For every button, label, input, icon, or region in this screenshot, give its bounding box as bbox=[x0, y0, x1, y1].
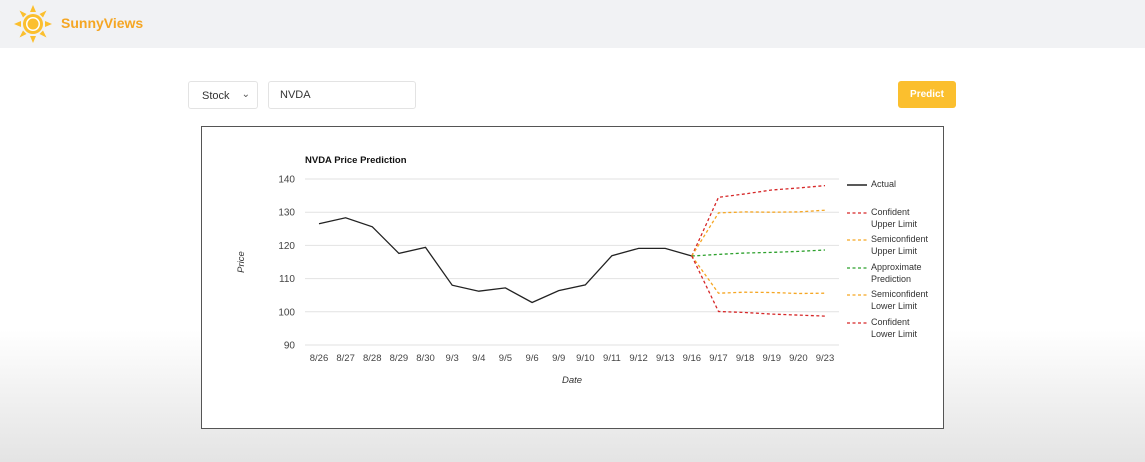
legend-item: Actual bbox=[847, 178, 942, 206]
legend-label-line: Upper Limit bbox=[871, 218, 918, 229]
x-tick-label: 9/20 bbox=[789, 353, 808, 364]
x-tick-label: 9/13 bbox=[656, 353, 675, 364]
legend-label-line: Confident bbox=[871, 206, 910, 217]
price-chart: 90 100 110 120 130 140 8/26 8/27 8/28 8/29 8/30 9/3… bbox=[236, 155, 839, 386]
chevron-down-icon: ⌄ bbox=[241, 89, 250, 100]
legend-item: Confident Upper Limit bbox=[847, 206, 942, 234]
legend-swatch bbox=[847, 239, 867, 241]
x-tick-label: 9/4 bbox=[472, 353, 485, 364]
chart-title: NVDA Price Prediction bbox=[305, 155, 407, 166]
x-tick-label: 9/5 bbox=[499, 353, 512, 364]
legend-label-line: Upper Limit bbox=[871, 246, 918, 256]
series-line-2 bbox=[691, 209, 826, 257]
x-tick-label: 9/19 bbox=[762, 353, 781, 364]
top-bar: SunnyViews bbox=[0, 0, 1145, 48]
legend-label-line: Lower Limit bbox=[871, 328, 918, 339]
y-tick-label: 100 bbox=[278, 307, 295, 318]
chart-legend: Actual Confident Upper Limit Semiconfident U… bbox=[847, 178, 942, 343]
x-tick-label: 9/18 bbox=[736, 353, 755, 364]
x-tick-label: 9/16 bbox=[683, 353, 702, 364]
legend-label: Actual bbox=[871, 178, 941, 190]
legend-item: Semiconfident Lower Limit bbox=[847, 288, 942, 316]
series-line-4 bbox=[691, 255, 826, 295]
x-tick-label: 8/26 bbox=[310, 353, 329, 364]
x-tick-label: 9/9 bbox=[552, 353, 565, 364]
y-tick-label: 130 bbox=[278, 208, 295, 219]
x-tick-label: 8/27 bbox=[336, 353, 355, 364]
legend-label-line: Approximate bbox=[871, 261, 922, 272]
legend-label: Semiconfident Upper Limit bbox=[871, 233, 941, 257]
asset-type-value: Stock bbox=[202, 90, 230, 102]
legend-label-line: Confident bbox=[871, 316, 910, 327]
legend-swatch bbox=[847, 211, 867, 214]
series-line-3 bbox=[691, 249, 826, 257]
x-tick-label: 8/30 bbox=[416, 353, 435, 364]
chart-panel: 90 100 110 120 130 140 8/26 8/27 8/28 8/29 8/30 9/3… bbox=[201, 126, 944, 429]
series-line-5 bbox=[691, 255, 826, 317]
x-tick-label: 8/28 bbox=[363, 353, 382, 364]
legend-label: Semiconfident Lower Limit bbox=[871, 288, 941, 312]
legend-label-line: Actual bbox=[871, 179, 897, 189]
x-tick-label: 9/11 bbox=[603, 353, 621, 364]
legend-swatch bbox=[847, 321, 867, 324]
y-tick-label: 90 bbox=[284, 341, 296, 352]
x-tick-label: 9/23 bbox=[816, 353, 835, 364]
x-tick-label: 9/3 bbox=[446, 353, 459, 364]
legend-swatch bbox=[847, 184, 867, 186]
legend-label-line: Semiconfident bbox=[871, 289, 929, 299]
brand-name[interactable]: SunnyViews bbox=[61, 15, 143, 31]
legend-label: Confident Upper Limit bbox=[871, 206, 941, 230]
y-tick-label: 140 bbox=[278, 175, 295, 186]
x-tick-label: 9/10 bbox=[576, 353, 595, 364]
legend-label-line: Prediction bbox=[871, 273, 912, 284]
series-line-0 bbox=[318, 217, 692, 304]
ticker-input[interactable] bbox=[268, 81, 416, 109]
legend-item: Confident Lower Limit bbox=[847, 316, 942, 344]
legend-label-line: Semiconfident bbox=[871, 234, 929, 244]
y-axis-label: Price bbox=[236, 251, 247, 273]
legend-item: Approximate Prediction bbox=[847, 261, 942, 289]
y-tick-label: 120 bbox=[278, 241, 295, 252]
asset-type-select[interactable]: Stock ⌄ bbox=[188, 81, 258, 109]
legend-swatch bbox=[847, 266, 867, 269]
x-axis-label: Date bbox=[562, 375, 582, 386]
predict-button[interactable]: Predict bbox=[898, 81, 956, 108]
x-tick-label: 9/17 bbox=[709, 353, 728, 364]
y-tick-label: 110 bbox=[279, 274, 295, 285]
legend-label: Confident Lower Limit bbox=[871, 316, 941, 340]
sun-logo-icon[interactable] bbox=[14, 5, 52, 43]
legend-swatch bbox=[847, 294, 867, 296]
legend-item: Semiconfident Upper Limit bbox=[847, 233, 942, 261]
legend-label: Approximate Prediction bbox=[871, 261, 941, 285]
x-tick-label: 9/12 bbox=[629, 353, 648, 364]
x-tick-label: 8/29 bbox=[390, 353, 409, 364]
x-tick-label: 9/6 bbox=[525, 353, 538, 364]
legend-label-line: Lower Limit bbox=[871, 301, 918, 311]
